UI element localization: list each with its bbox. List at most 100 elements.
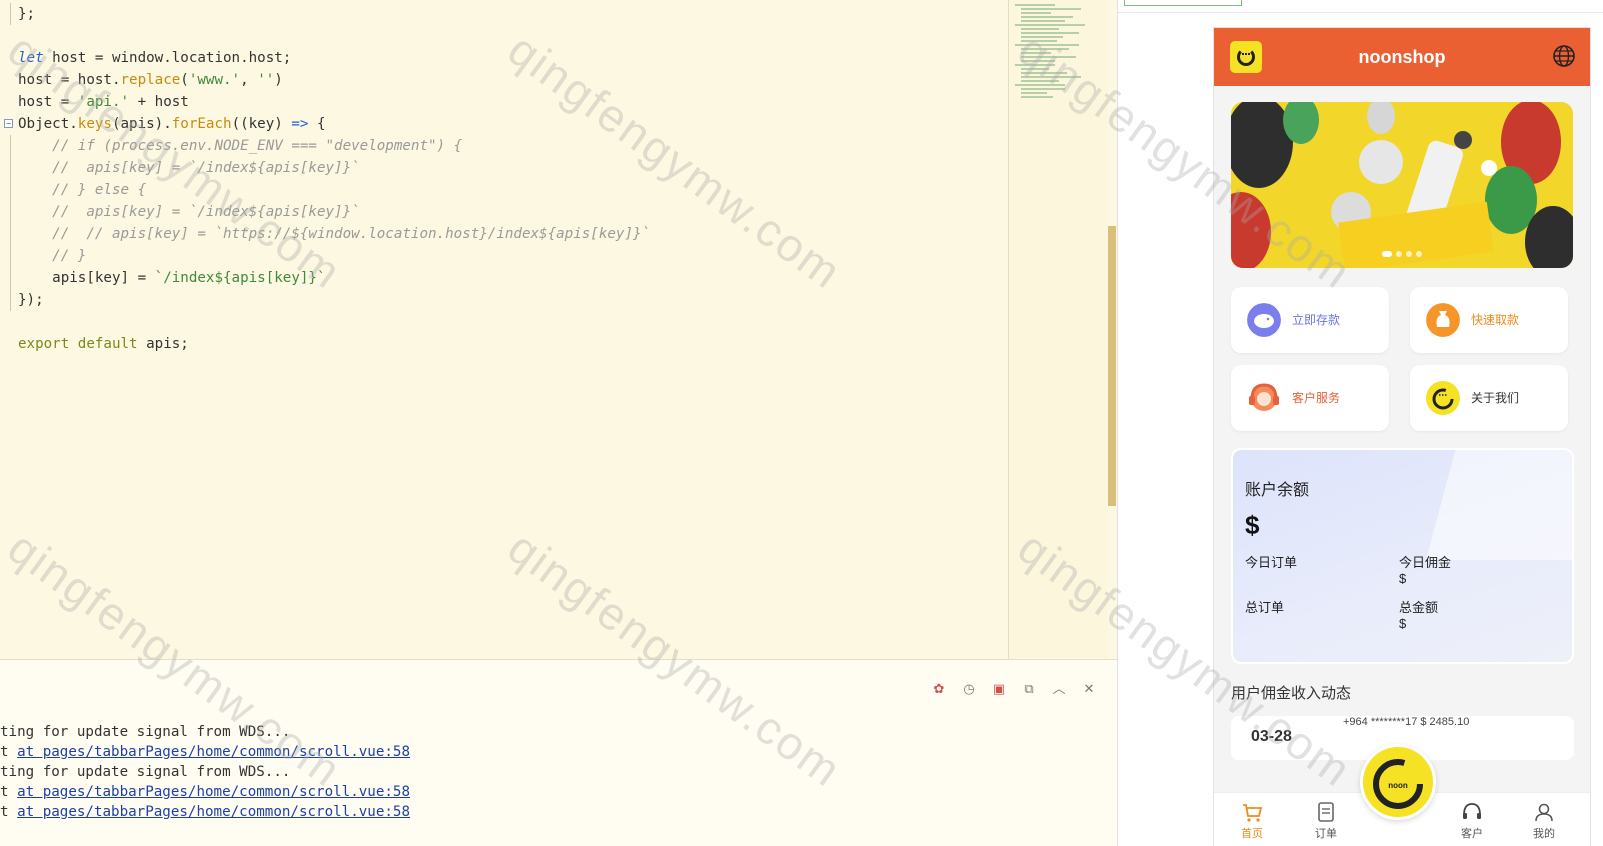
- code-gutter: [0, 25, 16, 47]
- code-lines[interactable]: }; let host = window.location.host; host =…: [0, 3, 1005, 355]
- code-line[interactable]: // }: [0, 245, 1005, 267]
- code-text: host = 'api.' + host: [18, 94, 189, 110]
- withdraw-button[interactable]: 快速取款: [1410, 287, 1568, 353]
- code-text: host = host.replace('www.', ''): [18, 72, 283, 88]
- code-line[interactable]: − Object.keys(apis).forEach((key) => {: [0, 113, 1005, 135]
- code-line[interactable]: // if (process.env.NODE_ENV === "develop…: [0, 135, 1005, 157]
- code-text: // } else {: [52, 182, 147, 198]
- today-orders-label: 今日订单: [1245, 556, 1298, 571]
- profile-icon: [1535, 803, 1553, 822]
- code-line[interactable]: // } else {: [0, 179, 1005, 201]
- deposit-button[interactable]: 立即存款: [1231, 287, 1389, 353]
- console-source-link[interactable]: at pages/tabbarPages/home/common/scroll.…: [17, 804, 410, 820]
- tab-home-label: 首页: [1241, 827, 1263, 840]
- code-line[interactable]: let host = window.location.host;: [0, 47, 1005, 69]
- editor-scrollbar[interactable]: [1108, 226, 1116, 506]
- code-line[interactable]: host = host.replace('www.', ''): [0, 69, 1005, 91]
- globe-icon[interactable]: [1552, 44, 1576, 68]
- code-gutter: [0, 3, 16, 25]
- tab-support-label: 客户: [1461, 827, 1483, 840]
- code-editor[interactable]: }; let host = window.location.host; host =…: [0, 0, 1117, 659]
- console-line: t at pages/tabbarPages/home/common/scrol…: [0, 804, 411, 820]
- code-gutter: [0, 245, 16, 267]
- orders-icon: [1318, 802, 1334, 822]
- open-external-icon[interactable]: ⧉: [1021, 682, 1037, 698]
- customer-service-button[interactable]: 客户服务: [1231, 365, 1389, 431]
- code-text: // }: [52, 248, 87, 264]
- collapse-up-icon[interactable]: ︿: [1051, 682, 1067, 698]
- code-line[interactable]: host = 'api.' + host: [0, 91, 1005, 113]
- console-line: ting for update signal from WDS...: [0, 724, 291, 740]
- today-commission-value: $: [1399, 571, 1407, 586]
- promo-banner[interactable]: [1231, 102, 1573, 268]
- tab-home[interactable]: 首页: [1222, 793, 1282, 846]
- fold-toggle-icon[interactable]: −: [4, 119, 13, 128]
- code-line[interactable]: // // apis[key] = `https://${window.loca…: [0, 223, 1005, 245]
- code-text: });: [18, 292, 44, 308]
- tab-orders[interactable]: 订单: [1296, 793, 1356, 846]
- code-line[interactable]: export default apis;: [0, 333, 1005, 355]
- console-panel: ✿ ◷ ▣ ⧉ ︿ ✕ ting for update signal from …: [0, 659, 1117, 846]
- income-date: 03-28: [1251, 728, 1292, 745]
- code-line[interactable]: [0, 25, 1005, 47]
- balance-amount: $: [1245, 510, 1260, 540]
- address-bar[interactable]: [1124, 0, 1242, 6]
- code-line[interactable]: apis[key] = `/index${apis[key]}`: [0, 267, 1005, 289]
- code-gutter: [0, 311, 16, 333]
- console-log: ting for update signal from WDS... t at p…: [0, 722, 410, 822]
- code-line[interactable]: [0, 311, 1005, 333]
- piggy-bank-icon: [1247, 303, 1281, 337]
- code-text: // apis[key] = `/index${apis[key]}`: [52, 160, 360, 176]
- income-info: +964 ********17 $ 2485.10: [1343, 716, 1470, 728]
- app-title: noonshop: [1358, 47, 1446, 67]
- minimap[interactable]: [1008, 0, 1108, 659]
- balance-title: 账户余额: [1245, 480, 1310, 499]
- noon-logo-icon: noon: [1373, 759, 1423, 809]
- code-gutter: [0, 333, 16, 355]
- console-toolbar: ✿ ◷ ▣ ⧉ ︿ ✕: [931, 682, 1097, 698]
- code-gutter: [0, 91, 16, 113]
- tab-profile[interactable]: 我的: [1514, 793, 1574, 846]
- code-line[interactable]: // apis[key] = `/index${apis[key]}`: [0, 201, 1005, 223]
- withdraw-label: 快速取款: [1471, 313, 1520, 327]
- code-gutter: [0, 47, 16, 69]
- code-gutter: [0, 69, 16, 91]
- tab-support[interactable]: 客户: [1442, 793, 1502, 846]
- console-source-link[interactable]: at pages/tabbarPages/home/common/scroll.…: [17, 744, 410, 760]
- noon-logo-icon: [1426, 381, 1460, 415]
- console-line: t at pages/tabbarPages/home/common/scrol…: [0, 784, 411, 800]
- tab-orders-label: 订单: [1315, 827, 1337, 840]
- code-text: Object.keys(apis).forEach((key) => {: [18, 116, 326, 132]
- customer-service-label: 客户服务: [1292, 391, 1341, 405]
- income-section-title: 用户佣金收入动态: [1231, 684, 1352, 702]
- tab-profile-label: 我的: [1533, 827, 1555, 840]
- code-gutter: [0, 289, 16, 311]
- deposit-label: 立即存款: [1292, 313, 1341, 327]
- code-line[interactable]: };: [0, 3, 1005, 25]
- about-us-button[interactable]: 关于我们: [1410, 365, 1568, 431]
- console-source-link[interactable]: at pages/tabbarPages/home/common/scroll.…: [17, 784, 410, 800]
- code-line[interactable]: // apis[key] = `/index${apis[key]}`: [0, 157, 1005, 179]
- total-amount-label: 总金额: [1399, 601, 1439, 616]
- balance-card: 账户余额 $ 今日订单 今日佣金 $ 总订单 总金额 $: [1231, 448, 1574, 664]
- money-bag-icon: [1426, 303, 1460, 337]
- svg-text:noon: noon: [1388, 781, 1408, 790]
- code-line[interactable]: });: [0, 289, 1005, 311]
- total-amount-value: $: [1399, 616, 1407, 631]
- code-gutter: [0, 223, 16, 245]
- code-text: // apis[key] = `/index${apis[key]}`: [52, 204, 360, 220]
- clear-icon[interactable]: ✕: [1081, 682, 1097, 698]
- code-gutter: [0, 201, 16, 223]
- center-noon-button[interactable]: noon: [1360, 744, 1436, 820]
- headset-icon: [1249, 383, 1279, 411]
- bug-icon[interactable]: ✿: [931, 682, 947, 698]
- code-text: apis[key] = `/index${apis[key]}`: [18, 270, 326, 286]
- support-icon: [1463, 803, 1481, 819]
- today-commission-label: 今日佣金: [1399, 556, 1452, 571]
- code-text: let host = window.location.host;: [18, 50, 292, 66]
- phone-preview: noonshop 立即存款 快速取款 客户服务 关于我们 账户余额 $ 今日订单…: [1214, 28, 1590, 846]
- restart-icon[interactable]: ◷: [961, 682, 977, 698]
- banner-dots[interactable]: [1231, 244, 1573, 262]
- stop-icon[interactable]: ▣: [991, 682, 1007, 698]
- console-line: t at pages/tabbarPages/home/common/scrol…: [0, 744, 411, 760]
